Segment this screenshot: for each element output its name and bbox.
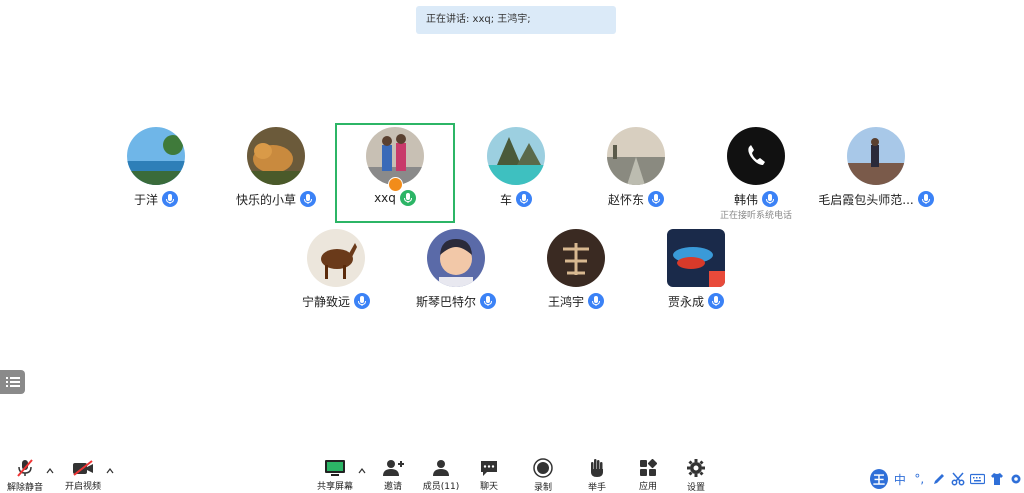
participant-name: 赵怀东 — [607, 192, 644, 207]
participant-tile[interactable]: 于洋 — [96, 124, 216, 224]
chevron-up-icon — [358, 468, 366, 474]
ime-toolbar: 王 中 °, — [870, 466, 1024, 492]
gear-icon — [686, 458, 706, 478]
mic-icon — [516, 191, 532, 207]
chevron-up-icon — [106, 468, 114, 474]
share-screen-label: 共享屏幕 — [316, 482, 353, 492]
members-label: 成员(11) — [422, 482, 460, 492]
participant-tile[interactable]: 快乐的小草 — [216, 124, 336, 224]
mic-icon — [708, 293, 724, 309]
members-button[interactable]: 成员(11) — [416, 458, 466, 492]
camera-off-icon — [72, 458, 94, 477]
mic-icon — [399, 190, 416, 206]
participant-name: 韩伟 — [733, 192, 758, 207]
start-video-label: 开启视频 — [64, 482, 101, 492]
raise-hand-button[interactable]: 举手 — [572, 458, 622, 493]
scissors-icon[interactable] — [950, 471, 965, 488]
avatar — [427, 229, 485, 287]
participant-tile[interactable]: 王鸿宇 — [516, 226, 636, 326]
ime-punctuation-toggle[interactable]: °, — [912, 471, 927, 488]
mic-icon — [588, 293, 604, 309]
mic-icon — [917, 191, 934, 207]
speaking-banner: 正在讲话: xxq; 王鸿宇; — [416, 6, 616, 34]
participant-tile[interactable]: 韩伟 正在接听系统电话 — [696, 124, 816, 224]
ime-logo-icon[interactable]: 王 — [870, 469, 889, 489]
mic-icon — [762, 191, 778, 207]
participant-tile[interactable]: 宁静致远 — [276, 226, 396, 326]
participant-tile[interactable]: 斯琴巴特尔 — [396, 226, 516, 326]
participant-name: 车 — [499, 192, 512, 207]
participant-name: 贾永成 — [667, 294, 704, 309]
raise-hand-label: 举手 — [587, 483, 606, 493]
chat-button[interactable]: 聊天 — [464, 458, 514, 492]
chat-label: 聊天 — [479, 482, 498, 492]
apps-icon — [639, 458, 657, 477]
record-button[interactable]: 录制 — [518, 458, 568, 493]
participant-tile[interactable]: 车 — [456, 124, 576, 224]
avatar — [607, 127, 665, 185]
participant-name: 于洋 — [133, 192, 158, 207]
invite-label: 邀请 — [383, 482, 402, 492]
avatar — [727, 127, 785, 185]
user-icon — [431, 458, 451, 477]
share-options-caret[interactable] — [357, 466, 367, 476]
call-status: 正在接听系统电话 — [719, 211, 792, 221]
ime-mode-toggle[interactable]: 中 — [892, 471, 907, 488]
apps-button[interactable]: 应用 — [623, 458, 673, 492]
avatar — [127, 127, 185, 185]
participant-name: xxq — [374, 191, 396, 205]
invite-button[interactable]: 邀请 — [368, 458, 418, 492]
avatar — [847, 127, 905, 185]
participant-name: 宁静致远 — [301, 294, 350, 309]
avatar — [547, 229, 605, 287]
settings-button[interactable]: 设置 — [671, 458, 721, 493]
participant-list-toggle[interactable] — [0, 370, 25, 394]
ime-settings-gear-icon[interactable] — [1009, 471, 1024, 488]
skin-shirt-icon[interactable] — [989, 471, 1004, 488]
video-options-caret[interactable] — [105, 466, 115, 476]
list-icon — [5, 377, 20, 387]
avatar — [667, 229, 725, 287]
unmute-label: 解除静音 — [6, 483, 43, 493]
add-user-icon — [382, 458, 404, 477]
avatar — [307, 229, 365, 287]
participant-tile[interactable]: 贾永成 — [636, 226, 756, 326]
participant-tile[interactable]: 毛启霞包头师范... — [816, 124, 936, 224]
pen-icon[interactable] — [931, 471, 946, 488]
avatar — [247, 127, 305, 185]
screen-share-icon — [324, 458, 346, 477]
mic-icon — [162, 191, 178, 207]
participant-tile[interactable]: 赵怀东 — [576, 124, 696, 224]
record-label: 录制 — [533, 483, 552, 493]
mic-icon — [648, 191, 664, 207]
hand-icon — [588, 458, 606, 478]
start-video-button[interactable]: 开启视频 — [58, 458, 108, 492]
participant-name: 快乐的小草 — [235, 192, 296, 207]
mic-icon — [480, 293, 496, 309]
participant-name: 毛启霞包头师范... — [818, 192, 914, 207]
chevron-up-icon — [46, 468, 54, 474]
avatar — [487, 127, 545, 185]
mic-muted-icon — [15, 458, 35, 478]
keyboard-icon[interactable] — [969, 471, 985, 488]
participant-name: 王鸿宇 — [547, 294, 584, 309]
record-icon — [533, 458, 553, 478]
participant-name: 斯琴巴特尔 — [415, 294, 476, 309]
share-screen-button[interactable]: 共享屏幕 — [310, 458, 360, 492]
apps-label: 应用 — [638, 482, 657, 492]
chat-icon — [479, 458, 499, 477]
mic-icon — [354, 293, 370, 309]
participant-tile-active[interactable]: xxq — [335, 123, 455, 223]
settings-label: 设置 — [686, 483, 705, 493]
mic-icon — [300, 191, 316, 207]
unmute-button[interactable]: 解除静音 — [0, 458, 50, 493]
audio-options-caret[interactable] — [45, 466, 55, 476]
